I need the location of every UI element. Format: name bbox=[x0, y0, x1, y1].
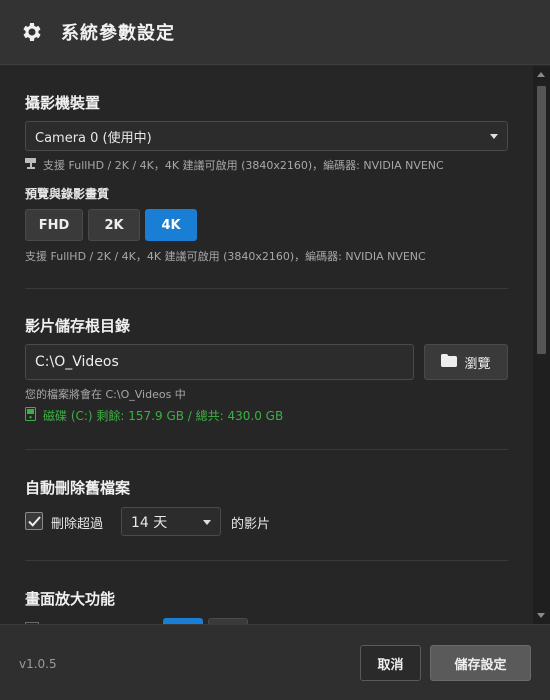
browse-label: 瀏覽 bbox=[464, 356, 491, 372]
zoom-section-title: 畫面放大功能 bbox=[25, 590, 116, 608]
auto-delete-checkbox[interactable] bbox=[25, 512, 43, 530]
scroll-down-icon[interactable] bbox=[537, 613, 545, 618]
dialog-header: 系統參數設定 bbox=[0, 0, 550, 65]
quality-button-group: FHD 2K 4K bbox=[25, 209, 508, 241]
camera-select-value: Camera 0 (使用中) bbox=[35, 130, 152, 146]
browse-button[interactable]: 瀏覽 bbox=[424, 344, 508, 380]
section-divider bbox=[25, 560, 508, 561]
dialog-title: 系統參數設定 bbox=[61, 23, 175, 44]
vertical-scrollbar[interactable] bbox=[533, 66, 550, 624]
quality-2k-button[interactable]: 2K bbox=[88, 209, 140, 241]
days-select[interactable]: 14 天 bbox=[121, 507, 221, 536]
storage-section-title: 影片儲存根目錄 bbox=[25, 317, 131, 335]
auto-delete-section-title: 自動刪除舊檔案 bbox=[25, 479, 131, 497]
scroll-up-icon[interactable] bbox=[537, 72, 545, 77]
camera-icon bbox=[25, 157, 38, 173]
days-select-value: 14 天 bbox=[131, 514, 168, 531]
quality-support-hint: 支援 FullHD / 2K / 4K，4K 建議可啟用 (3840x2160)… bbox=[25, 250, 426, 263]
cancel-button[interactable]: 取消 bbox=[360, 645, 421, 681]
folder-icon bbox=[441, 353, 458, 371]
camera-section-title: 攝影機裝置 bbox=[25, 94, 101, 112]
checkmark-icon bbox=[27, 515, 41, 527]
camera-support-hint: 支援 FullHD / 2K / 4K，4K 建議可啟用 (3840x2160)… bbox=[25, 157, 444, 173]
storage-save-hint: 您的檔案將會在 C:\O_Videos 中 bbox=[25, 388, 186, 401]
camera-select[interactable]: Camera 0 (使用中) bbox=[25, 121, 508, 151]
storage-path-input[interactable]: C:\O_Videos bbox=[25, 344, 414, 380]
chevron-down-icon bbox=[490, 134, 498, 139]
scrollbar-thumb[interactable] bbox=[537, 86, 546, 354]
section-divider bbox=[25, 288, 508, 289]
quality-label: 預覽與錄影畫質 bbox=[25, 187, 110, 201]
chevron-down-icon bbox=[203, 519, 211, 525]
disk-info-text: 磁碟 (C:) 剩餘: 157.9 GB / 總共: 430.0 GB bbox=[43, 409, 284, 423]
settings-content: 攝影機裝置 Camera 0 (使用中) 支援 FullHD / 2K / 4K… bbox=[0, 66, 533, 624]
section-divider bbox=[25, 449, 508, 450]
auto-delete-label: 刪除超過 bbox=[51, 517, 104, 532]
dialog-footer: v1.0.5 取消 儲存設定 bbox=[0, 624, 550, 700]
quality-fhd-button[interactable]: FHD bbox=[25, 209, 83, 241]
gear-icon bbox=[19, 19, 45, 45]
disk-icon bbox=[25, 407, 36, 424]
auto-delete-suffix: 的影片 bbox=[231, 517, 271, 532]
quality-4k-button[interactable]: 4K bbox=[145, 209, 197, 241]
save-settings-button[interactable]: 儲存設定 bbox=[430, 645, 531, 681]
version-label: v1.0.5 bbox=[19, 657, 57, 671]
disk-info: 磁碟 (C:) 剩餘: 157.9 GB / 總共: 430.0 GB bbox=[25, 407, 283, 424]
